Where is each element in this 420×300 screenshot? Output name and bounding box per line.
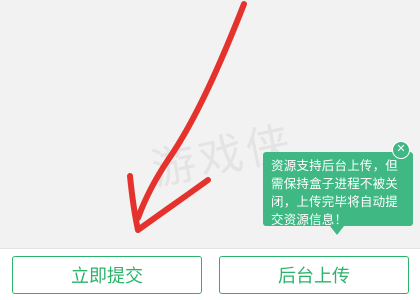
background-upload-button[interactable]: 后台上传 [219, 256, 409, 294]
upload-tip-popover: 资源支持后台上传，但需保持盒子进程不被关闭，上传完毕将自动提交资源信息！ [263, 152, 413, 227]
upload-tip-text: 资源支持后台上传，但需保持盒子进程不被关闭，上传完毕将自动提交资源信息！ [271, 158, 399, 227]
bottom-action-bar: 立即提交 后台上传 [0, 248, 420, 300]
submit-now-button[interactable]: 立即提交 [12, 256, 202, 294]
tooltip-pointer [330, 226, 344, 235]
close-icon[interactable]: ✕ [392, 141, 410, 159]
